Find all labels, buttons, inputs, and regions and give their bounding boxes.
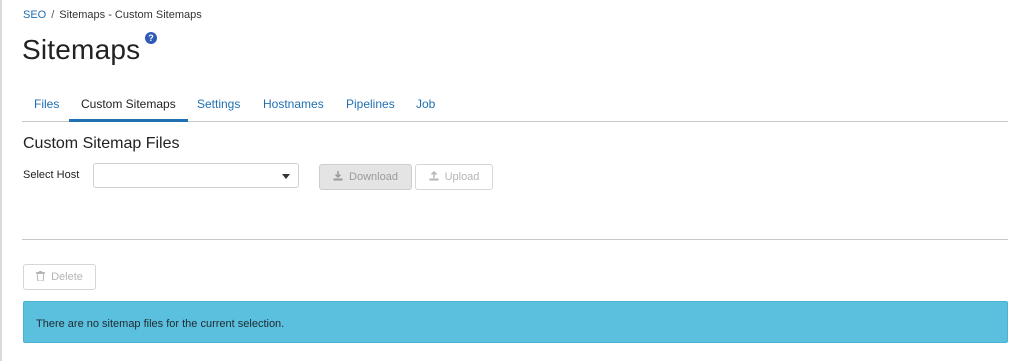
help-icon[interactable]: ?: [145, 32, 157, 44]
host-select[interactable]: [93, 163, 299, 188]
tab-hostnames[interactable]: Hostnames: [251, 93, 336, 122]
upload-button[interactable]: Upload: [415, 164, 493, 190]
delete-button[interactable]: Delete: [23, 264, 96, 290]
section-divider: [22, 239, 1008, 240]
tab-files[interactable]: Files: [22, 93, 71, 122]
tab-job[interactable]: Job: [404, 93, 447, 122]
tab-custom-sitemaps[interactable]: Custom Sitemaps: [69, 93, 188, 122]
chevron-down-icon: [282, 174, 290, 179]
tab-bar: Files Custom Sitemaps Settings Hostnames…: [22, 93, 1008, 122]
download-button-label: Download: [349, 171, 398, 183]
page-title: Sitemaps: [22, 34, 141, 65]
upload-button-label: Upload: [444, 171, 480, 183]
breadcrumb-current: Sitemaps - Custom Sitemaps: [59, 9, 202, 21]
left-border: [0, 0, 2, 361]
select-host-label: Select Host: [23, 169, 80, 181]
delete-button-label: Delete: [51, 271, 83, 283]
breadcrumb-link-seo[interactable]: SEO: [23, 9, 46, 21]
tab-settings[interactable]: Settings: [185, 93, 252, 122]
info-alert: There are no sitemap files for the curre…: [23, 301, 1008, 343]
download-icon: [333, 170, 343, 184]
upload-icon: [429, 170, 439, 184]
breadcrumb: SEO / Sitemaps - Custom Sitemaps: [23, 9, 202, 21]
trash-icon: [36, 270, 46, 284]
section-title: Custom Sitemap Files: [23, 135, 180, 152]
breadcrumb-separator: /: [51, 9, 55, 21]
download-button[interactable]: Download: [319, 164, 412, 190]
alert-message: There are no sitemap files for the curre…: [36, 318, 285, 330]
tab-pipelines[interactable]: Pipelines: [334, 93, 407, 122]
